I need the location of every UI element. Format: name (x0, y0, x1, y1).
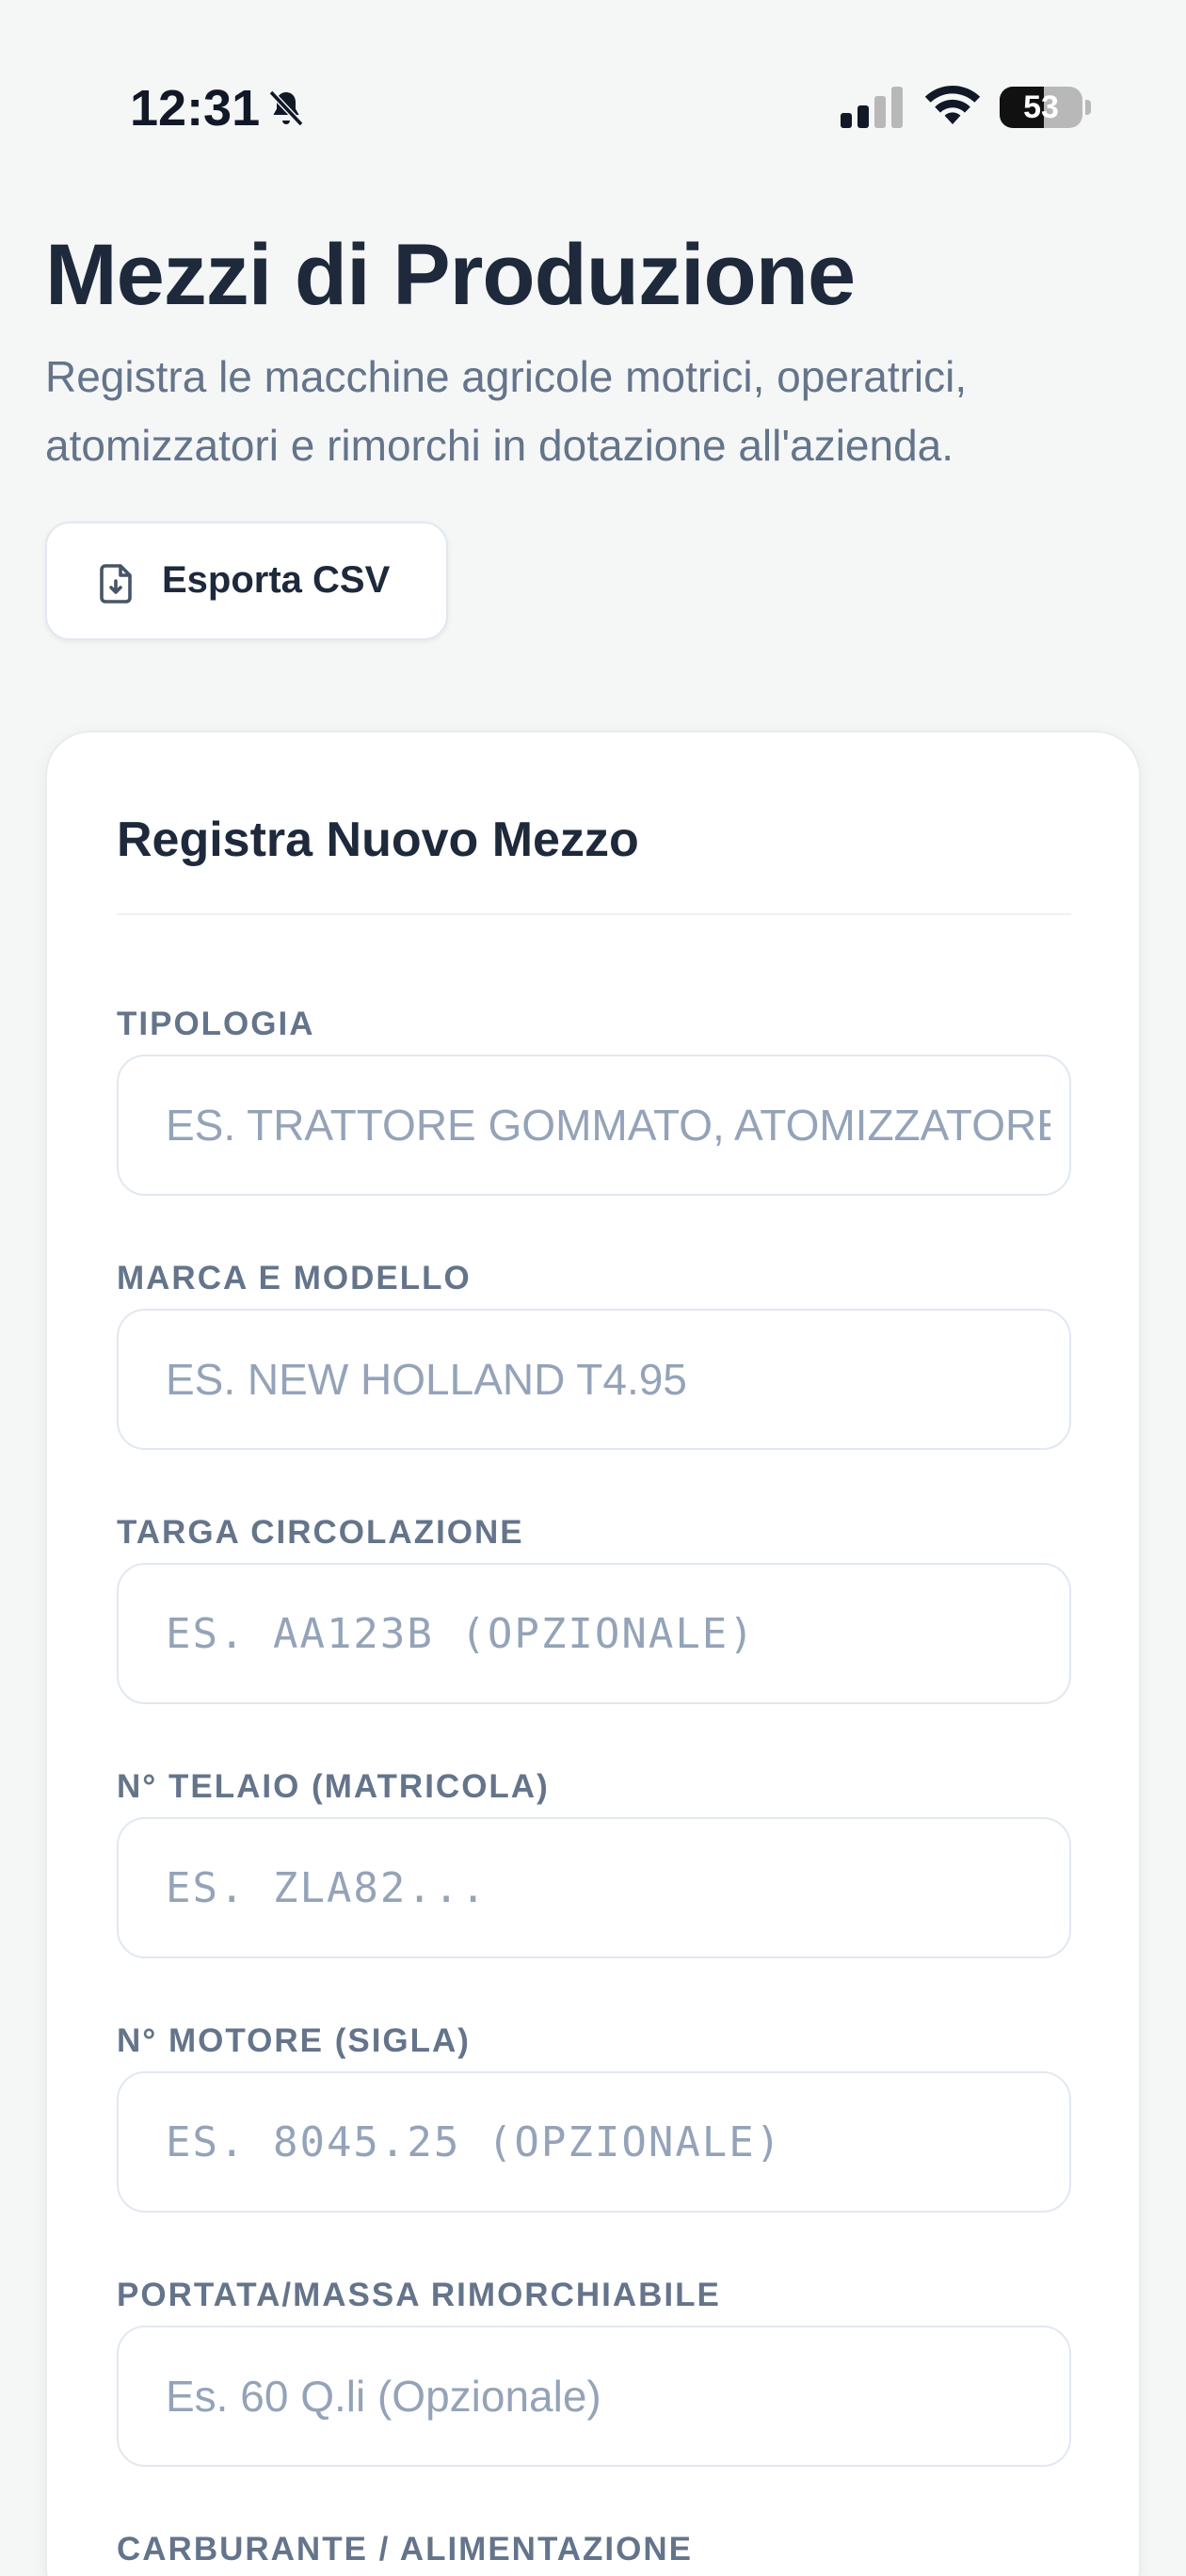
marca-modello-label: MARCA E MODELLO (117, 1260, 472, 1296)
battery-icon: 53 (1000, 87, 1091, 130)
motore-input[interactable] (166, 2073, 1050, 2211)
new-vehicle-form-card: Registra Nuovo Mezzo TIPOLOGIA MARCA E M… (45, 731, 1141, 2576)
telaio-field[interactable] (117, 1817, 1071, 1958)
targa-input[interactable] (166, 1565, 1050, 1702)
telaio-input[interactable] (166, 1819, 1050, 1956)
motore-label: N° MOTORE (SIGLA) (117, 2022, 471, 2059)
wifi-icon (924, 85, 981, 124)
status-bar: 12:31 53 (0, 0, 1186, 217)
export-csv-button[interactable]: Esporta CSV (45, 522, 448, 640)
motore-field[interactable] (117, 2071, 1071, 2213)
bell-muted-icon (268, 89, 304, 127)
carburante-label: CARBURANTE / ALIMENTAZIONE (117, 2531, 693, 2568)
telaio-label: N° TELAIO (MATRICOLA) (117, 1768, 550, 1805)
portata-label: PORTATA/MASSA RIMORCHIABILE (117, 2277, 721, 2313)
marca-modello-input[interactable] (166, 1311, 1050, 1448)
cellular-signal-icon (841, 87, 903, 128)
page-title: Mezzi di Produzione (45, 227, 856, 323)
tipologia-label: TIPOLOGIA (117, 1006, 315, 1042)
form-title: Registra Nuovo Mezzo (117, 813, 639, 867)
tipologia-field[interactable] (117, 1055, 1071, 1196)
portata-field[interactable] (117, 2326, 1071, 2467)
tipologia-input[interactable] (166, 1056, 1050, 1194)
export-csv-label: Esporta CSV (162, 559, 391, 601)
portata-input[interactable] (166, 2327, 1050, 2465)
battery-level: 53 (1023, 89, 1059, 125)
page-subtitle: Registra le macchine agricole motrici, o… (45, 352, 968, 470)
marca-modello-field[interactable] (117, 1309, 1071, 1450)
file-download-icon (100, 564, 132, 604)
targa-field[interactable] (117, 1563, 1071, 1704)
status-time: 12:31 (130, 80, 261, 137)
divider (117, 913, 1071, 915)
targa-label: TARGA CIRCOLAZIONE (117, 1514, 524, 1551)
